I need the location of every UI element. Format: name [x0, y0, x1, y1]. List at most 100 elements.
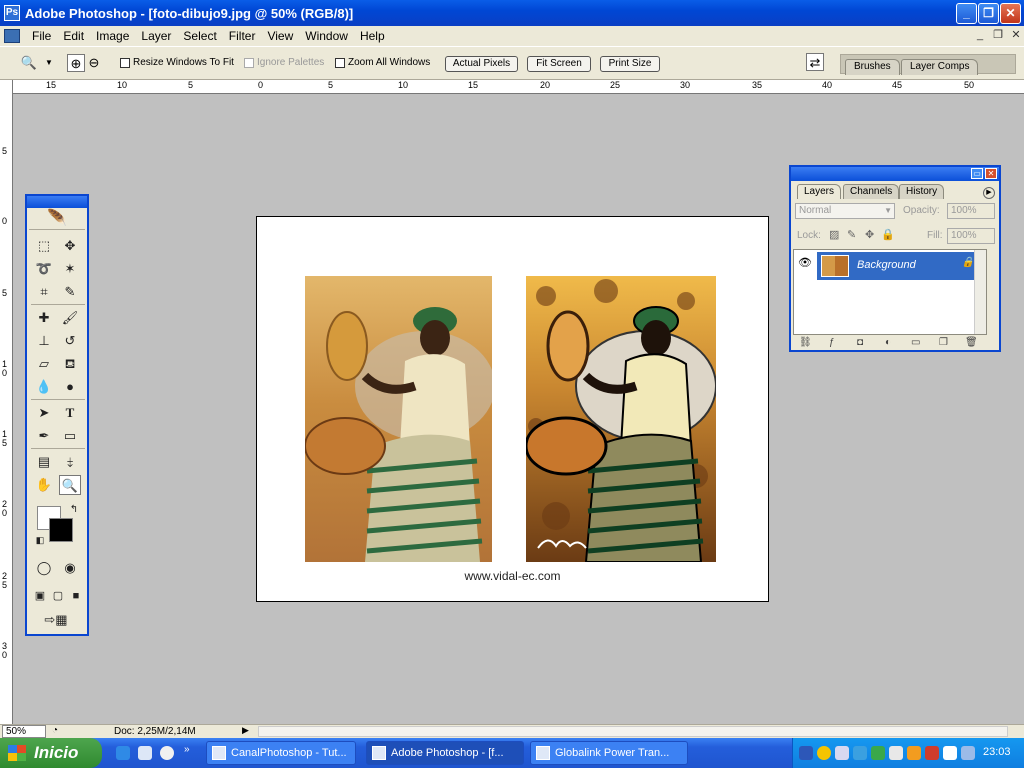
full-screen-mode-icon[interactable]: ■: [65, 586, 87, 606]
zoom-all-windows-checkbox[interactable]: Zoom All Windows: [335, 57, 430, 68]
tray-antivirus-icon[interactable]: [871, 746, 885, 760]
eye-visibility-icon[interactable]: 👁: [798, 256, 812, 269]
jump-to-imageready-icon[interactable]: ⇨▦: [35, 610, 77, 630]
tray-alert-icon[interactable]: [907, 746, 921, 760]
pen-tool-icon[interactable]: ✒: [33, 426, 55, 446]
background-color-swatch[interactable]: [49, 518, 73, 542]
palette-toggle-icon[interactable]: ⇄: [806, 53, 824, 71]
tray-connection-icon[interactable]: [943, 746, 957, 760]
adjustment-layer-icon[interactable]: ◐: [885, 337, 891, 348]
magic-wand-tool-icon[interactable]: ✶: [59, 259, 81, 279]
title-bar[interactable]: Ps Adobe Photoshop - [foto-dibujo9.jpg @…: [0, 0, 1024, 26]
fill-input[interactable]: 100%: [947, 228, 995, 244]
dodge-tool-icon[interactable]: ●: [59, 377, 81, 397]
rectangle-tool-icon[interactable]: ▭: [59, 426, 81, 446]
default-colors-icon[interactable]: ◧: [29, 530, 51, 550]
tray-device-icon[interactable]: [961, 746, 975, 760]
history-brush-tool-icon[interactable]: ↺: [59, 331, 81, 351]
tab-layers[interactable]: Layers: [797, 184, 842, 199]
tray-messenger-icon[interactable]: [817, 746, 831, 760]
menu-help[interactable]: Help: [354, 29, 391, 43]
blur-tool-icon[interactable]: 💧: [33, 377, 55, 397]
quick-mask-mode-icon[interactable]: ◉: [59, 558, 81, 578]
doc-restore-icon[interactable]: ❐: [990, 28, 1006, 42]
opacity-input[interactable]: 100%: [947, 203, 995, 219]
palette-minimize-icon[interactable]: ▭: [971, 168, 983, 179]
trash-icon[interactable]: 🗑: [965, 337, 978, 348]
layers-palette-titlebar[interactable]: ▭ ✕: [791, 167, 999, 181]
standard-mode-icon[interactable]: ◯: [33, 558, 55, 578]
eyedropper-tool-icon[interactable]: ⤈: [59, 452, 81, 472]
clone-stamp-tool-icon[interactable]: ⊥: [33, 331, 55, 351]
doc-minimize-icon[interactable]: _: [972, 28, 988, 42]
menu-edit[interactable]: Edit: [57, 29, 90, 43]
close-button[interactable]: ✕: [1000, 3, 1021, 24]
quicklaunch-app-icon[interactable]: [138, 746, 152, 760]
new-group-icon[interactable]: ▭: [911, 337, 920, 348]
slice-tool-icon[interactable]: ✎: [59, 282, 81, 302]
zoom-out-icon[interactable]: ⊖: [85, 54, 103, 72]
tab-history[interactable]: History: [899, 184, 945, 199]
task-globalink[interactable]: Globalink Power Tran...: [530, 741, 688, 765]
tray-update-icon[interactable]: [889, 746, 903, 760]
zoom-tool-preset-icon[interactable]: 🔍: [20, 54, 38, 72]
layer-style-icon[interactable]: ƒ: [829, 337, 835, 348]
link-layers-icon[interactable]: ⛓: [799, 337, 812, 348]
notes-tool-icon[interactable]: ▤: [33, 452, 55, 472]
tray-network-icon[interactable]: [799, 746, 813, 760]
layer-comps-well-tab[interactable]: Layer Comps: [901, 59, 979, 75]
layer-row-background[interactable]: Background 🔒: [817, 252, 984, 280]
lock-transparency-icon[interactable]: ▨: [829, 228, 839, 241]
lasso-tool-icon[interactable]: ➰: [33, 259, 55, 279]
document-menu-icon[interactable]: [4, 29, 20, 43]
palette-menu-icon[interactable]: ▶: [983, 187, 995, 199]
doc-close-icon[interactable]: ✕: [1008, 28, 1024, 42]
tab-channels[interactable]: Channels: [843, 184, 900, 199]
actual-pixels-button[interactable]: Actual Pixels: [445, 56, 518, 72]
print-size-button[interactable]: Print Size: [600, 56, 660, 72]
move-tool-icon[interactable]: ✥: [59, 236, 81, 256]
start-button[interactable]: Inicio: [0, 738, 102, 768]
horizontal-scrollbar[interactable]: [258, 726, 1008, 737]
ignore-palettes-checkbox[interactable]: Ignore Palettes: [244, 57, 324, 68]
fit-screen-button[interactable]: Fit Screen: [527, 56, 591, 72]
paint-bucket-tool-icon[interactable]: ⛾: [59, 354, 81, 374]
preset-dropdown-icon[interactable]: ▼: [40, 54, 58, 72]
status-menu-arrow-icon[interactable]: ▶: [242, 725, 249, 736]
minimize-button[interactable]: _: [956, 3, 977, 24]
task-canalphotoshop[interactable]: CanalPhotoshop - Tut...: [206, 741, 356, 765]
eraser-tool-icon[interactable]: ▱: [33, 354, 55, 374]
status-icon[interactable]: ◔: [52, 725, 58, 736]
palette-close-icon[interactable]: ✕: [985, 168, 997, 179]
lock-position-icon[interactable]: ✥: [865, 228, 874, 241]
maximize-button[interactable]: ❐: [978, 3, 999, 24]
lock-all-icon[interactable]: 🔒: [881, 228, 895, 241]
menu-view[interactable]: View: [261, 29, 299, 43]
blend-mode-select[interactable]: Normal ▼: [795, 203, 895, 219]
marquee-tool-icon[interactable]: ⬚: [33, 236, 55, 256]
menu-layer[interactable]: Layer: [135, 29, 177, 43]
lock-pixels-icon[interactable]: ✎: [847, 228, 856, 241]
menu-file[interactable]: File: [26, 29, 57, 43]
healing-brush-tool-icon[interactable]: ✚: [33, 308, 55, 328]
path-selection-tool-icon[interactable]: ➤: [33, 403, 55, 423]
hand-tool-icon[interactable]: ✋: [33, 475, 55, 495]
internet-explorer-icon[interactable]: [116, 746, 130, 760]
brush-tool-icon[interactable]: 🖌: [59, 308, 81, 328]
layer-mask-icon[interactable]: ◘: [857, 337, 863, 348]
brushes-well-tab[interactable]: Brushes: [845, 59, 900, 75]
media-player-icon[interactable]: [160, 746, 174, 760]
new-layer-icon[interactable]: ❐: [939, 337, 948, 348]
feather-logo-icon[interactable]: 🪶: [29, 208, 85, 230]
menu-window[interactable]: Window: [299, 29, 354, 43]
layer-list-scrollbar[interactable]: [974, 250, 986, 334]
tray-volume-icon[interactable]: [853, 746, 867, 760]
zoom-tool-icon[interactable]: 🔍: [59, 475, 81, 495]
swap-colors-icon[interactable]: ↰: [63, 500, 85, 520]
menu-image[interactable]: Image: [90, 29, 135, 43]
quicklaunch-expand-icon[interactable]: »: [184, 744, 190, 755]
resize-windows-checkbox[interactable]: Resize Windows To Fit: [120, 57, 234, 68]
menu-select[interactable]: Select: [177, 29, 222, 43]
zoom-level-field[interactable]: 50%: [2, 725, 46, 738]
zoom-in-icon[interactable]: ⊕: [67, 54, 85, 72]
